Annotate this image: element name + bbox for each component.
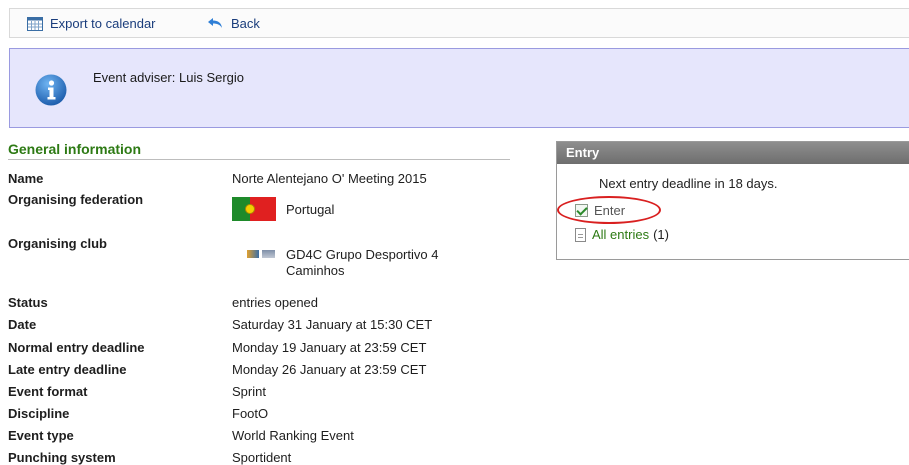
normal-entry-deadline-label: Normal entry deadline [8, 340, 145, 355]
all-entries-count: (1) [653, 227, 669, 242]
document-icon [575, 227, 586, 242]
back-arrow-icon [208, 18, 222, 28]
export-to-calendar-button[interactable]: Export to calendar [27, 16, 156, 31]
next-entry-deadline-text: Next entry deadline in 18 days. [599, 176, 778, 191]
name-value: Norte Alentejano O' Meeting 2015 [232, 171, 427, 186]
organising-club-value: GD4C Grupo Desportivo 4 [286, 247, 439, 262]
organising-club-value-line2: Caminhos [286, 263, 345, 278]
organising-club-label: Organising club [8, 236, 107, 251]
discipline-label: Discipline [8, 406, 70, 421]
event-format-value: Sprint [232, 384, 266, 399]
portugal-flag-icon [232, 197, 276, 221]
status-value: entries opened [232, 295, 319, 310]
organising-federation-value: Portugal [286, 202, 335, 217]
club-logo-icon [247, 250, 275, 258]
late-entry-deadline-label: Late entry deadline [8, 362, 127, 377]
date-label: Date [8, 317, 37, 332]
back-button[interactable]: Back [207, 16, 260, 31]
enter-button[interactable]: Enter [575, 203, 625, 218]
event-type-value: World Ranking Event [232, 428, 354, 443]
calendar-icon [27, 16, 43, 31]
export-to-calendar-label: Export to calendar [50, 16, 156, 31]
late-entry-deadline-value: Monday 26 January at 23:59 CET [232, 362, 427, 377]
checkmark-icon [575, 204, 588, 217]
toolbar: Export to calendar Back [9, 8, 909, 38]
info-icon [35, 74, 67, 106]
organising-federation-label: Organising federation [8, 192, 144, 207]
back-label: Back [231, 16, 260, 31]
all-entries-row: All entries (1) [575, 227, 669, 242]
entry-panel: Entry Next entry deadline in 18 days. En… [556, 141, 909, 260]
name-label: Name [8, 171, 44, 186]
status-label: Status [8, 295, 48, 310]
date-value: Saturday 31 January at 15:30 CET [232, 317, 433, 332]
discipline-value: FootO [232, 406, 269, 421]
general-information-heading: General information [8, 141, 510, 160]
all-entries-link[interactable]: All entries [592, 227, 649, 242]
punching-system-label: Punching system [8, 450, 116, 465]
info-banner: Event adviser: Luis Sergio [9, 48, 909, 128]
event-type-label: Event type [8, 428, 74, 443]
normal-entry-deadline-value: Monday 19 January at 23:59 CET [232, 340, 427, 355]
enter-label: Enter [594, 203, 626, 218]
event-adviser-text: Event adviser: Luis Sergio [93, 70, 245, 85]
event-format-label: Event format [8, 384, 88, 399]
punching-system-value: Sportident [232, 450, 292, 465]
entry-panel-title: Entry [557, 142, 909, 164]
